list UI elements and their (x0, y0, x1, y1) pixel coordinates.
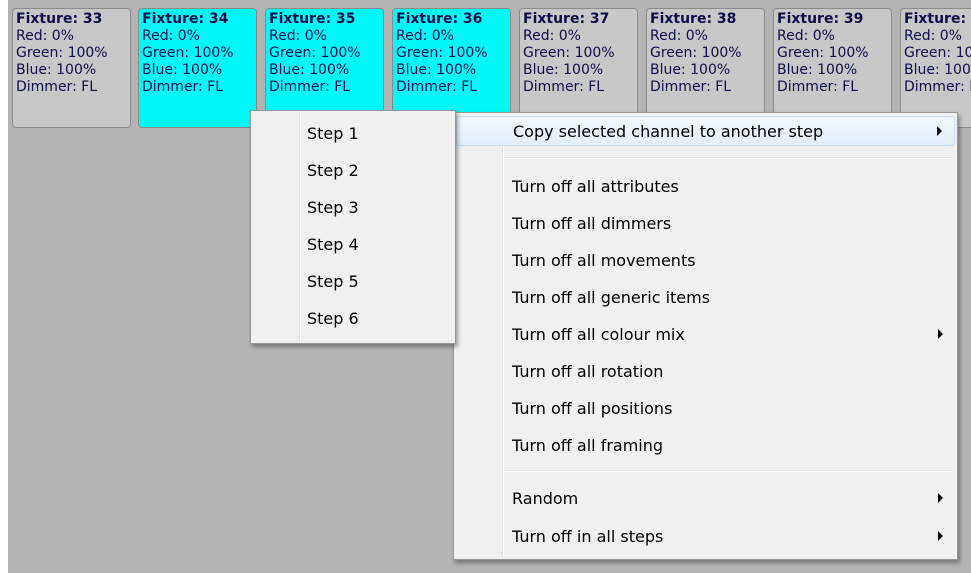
fixture-red-value: Red: 0% (904, 28, 962, 44)
fixture-blue-value: Blue: 100% (777, 62, 858, 78)
fixture-green-value: Green: 100% (777, 45, 869, 61)
menu-item-turn-off-attributes[interactable]: Turn off all attributes (456, 171, 955, 201)
fixture-green-value: Green: 100% (269, 45, 361, 61)
submenu-item-step-3[interactable]: Step 3 (253, 192, 453, 222)
menu-item-copy-to-step[interactable]: Copy selected channel to another step (456, 116, 955, 146)
menu-item-label: Step 3 (307, 197, 359, 217)
fixture-dimmer-value: Dimmer: FL (142, 79, 224, 95)
fixture-red-value: Red: 0% (269, 28, 327, 44)
menu-item-turn-off-rotation[interactable]: Turn off all rotation (456, 356, 955, 386)
menu-item-turn-off-movements[interactable]: Turn off all movements (456, 245, 955, 275)
fixture-green-value: Green: 100% (16, 45, 108, 61)
menu-item-label: Turn off all colour mix (512, 324, 685, 344)
menu-item-turn-off-dimmers[interactable]: Turn off all dimmers (456, 208, 955, 238)
fixture-red-value: Red: 0% (650, 28, 708, 44)
submenu-arrow-icon (937, 126, 942, 136)
fixture-title: Fixture: 36 (396, 11, 483, 27)
menu-item-label: Turn off all rotation (512, 361, 664, 381)
menu-item-label: Copy selected channel to another step (513, 121, 824, 141)
menu-item-random[interactable]: Random (456, 483, 955, 513)
menu-item-label: Step 2 (307, 160, 359, 180)
fixture-blue-value: Blue: 100% (142, 62, 223, 78)
fixture-red-value: Red: 0% (777, 28, 835, 44)
fixture-green-value: Green: 100% (142, 45, 234, 61)
fixture-blue-value: Blue: 100% (396, 62, 477, 78)
menu-item-label: Step 1 (307, 123, 359, 143)
menu-item-label: Turn off in all steps (512, 526, 664, 546)
fixture-green-value: Green: 100% (523, 45, 615, 61)
fixture-dimmer-value: Dimmer: FL (16, 79, 98, 95)
steps-submenu: Step 1 Step 2 Step 3 Step 4 Step 5 Step … (250, 110, 456, 344)
fixture-dimmer-value: Dimmer: FL (904, 79, 971, 95)
fixture-blue-value: Blue: 100% (16, 62, 97, 78)
fixture-tile[interactable]: Fixture: 39 Red: 0% Green: 100% Blue: 10… (773, 8, 892, 128)
fixture-dimmer-value: Dimmer: FL (269, 79, 351, 95)
submenu-item-step-1[interactable]: Step 1 (253, 118, 453, 148)
fixture-title: Fixture: 35 (269, 11, 356, 27)
menu-item-label: Turn off all movements (512, 250, 696, 270)
fixture-red-value: Red: 0% (396, 28, 454, 44)
fixture-title: Fixture: 37 (523, 11, 610, 27)
fixture-red-value: Red: 0% (523, 28, 581, 44)
menu-item-label: Random (512, 488, 579, 508)
fixture-tile[interactable]: Fixture: 33 Red: 0% Green: 100% Blue: 10… (12, 8, 131, 128)
menu-item-turn-off-generic[interactable]: Turn off all generic items (456, 282, 955, 312)
submenu-item-step-6[interactable]: Step 6 (253, 303, 453, 333)
menu-item-label: Turn off all framing (512, 435, 664, 455)
fixture-green-value: Green: 100% (904, 45, 971, 61)
fixture-blue-value: Blue: 100% (650, 62, 731, 78)
fixture-title: Fixture: 33 (16, 11, 103, 27)
menu-item-label: Turn off all attributes (512, 176, 679, 196)
fixture-title: Fixture: 38 (650, 11, 737, 27)
fixture-title: Fixture: 34 (142, 11, 229, 27)
submenu-arrow-icon (938, 329, 943, 339)
fixture-blue-value: Blue: 100% (523, 62, 604, 78)
menu-item-turn-off-positions[interactable]: Turn off all positions (456, 393, 955, 423)
fixture-dimmer-value: Dimmer: FL (523, 79, 605, 95)
menu-separator (504, 157, 953, 159)
menu-item-turn-off-framing[interactable]: Turn off all framing (456, 430, 955, 460)
fixture-dimmer-value: Dimmer: FL (777, 79, 859, 95)
fixture-dimmer-value: Dimmer: FL (396, 79, 478, 95)
fixture-title: Fixture: 39 (777, 11, 864, 27)
menu-item-label: Step 5 (307, 271, 359, 291)
menu-separator (504, 470, 953, 472)
submenu-item-step-4[interactable]: Step 4 (253, 229, 453, 259)
fixture-blue-value: Blue: 100% (269, 62, 350, 78)
menu-item-turn-off-colour-mix[interactable]: Turn off all colour mix (456, 319, 955, 349)
context-menu: Copy selected channel to another step Tu… (453, 112, 958, 560)
menu-item-turn-off-in-all-steps[interactable]: Turn off in all steps (456, 521, 955, 551)
submenu-item-step-2[interactable]: Step 2 (253, 155, 453, 185)
fixture-tile[interactable]: Fixture: 37 Red: 0% Green: 100% Blue: 10… (519, 8, 638, 128)
submenu-arrow-icon (938, 493, 943, 503)
fixture-green-value: Green: 100% (396, 45, 488, 61)
fixture-red-value: Red: 0% (142, 28, 200, 44)
submenu-item-step-5[interactable]: Step 5 (253, 266, 453, 296)
menu-item-label: Turn off all generic items (512, 287, 711, 307)
menu-item-label: Turn off all positions (512, 398, 673, 418)
menu-item-label: Turn off all dimmers (512, 213, 672, 233)
fixture-title: Fixture: 40 (904, 11, 971, 27)
menu-item-label: Step 4 (307, 234, 359, 254)
menu-item-label: Step 6 (307, 308, 359, 328)
fixture-tile[interactable]: Fixture: 38 Red: 0% Green: 100% Blue: 10… (646, 8, 765, 128)
fixture-green-value: Green: 100% (650, 45, 742, 61)
fixture-blue-value: Blue: 100% (904, 62, 971, 78)
fixture-tile[interactable]: Fixture: 34 Red: 0% Green: 100% Blue: 10… (138, 8, 257, 128)
fixture-red-value: Red: 0% (16, 28, 74, 44)
submenu-arrow-icon (938, 531, 943, 541)
fixture-dimmer-value: Dimmer: FL (650, 79, 732, 95)
fixture-tile[interactable]: Fixture: 40 Red: 0% Green: 100% Blue: 10… (900, 8, 971, 128)
